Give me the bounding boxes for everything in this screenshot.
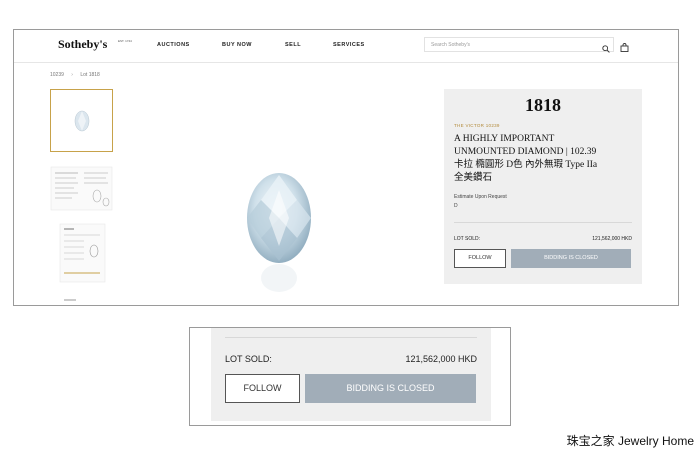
thumbnail-diamond[interactable]	[50, 89, 113, 152]
lot-sold-price: 121,562,000 HKD	[592, 236, 632, 242]
bidding-closed-button[interactable]: BIDDING IS CLOSED	[511, 249, 631, 268]
lot-title-line: 全美鑽石	[454, 173, 493, 183]
estimate-value: D	[454, 203, 458, 209]
nav-sell[interactable]: SELL	[285, 42, 301, 48]
thumbnail-report[interactable]	[50, 223, 113, 283]
estimate-label: Estimate Upon Request	[454, 194, 507, 200]
divider	[225, 337, 477, 338]
lot-title-line: UNMOUNTED DIAMOND | 102.39	[454, 147, 597, 157]
divider	[454, 222, 632, 223]
search-input[interactable]: Search Sotheby's	[424, 37, 614, 52]
chevron-right-icon: ›	[71, 72, 73, 78]
diamond-image[interactable]	[239, 170, 319, 305]
lot-sold-price: 121,562,000 HKD	[405, 354, 477, 364]
shopping-bag-icon[interactable]	[620, 39, 629, 57]
lot-title-line: A HIGHLY IMPORTANT	[454, 134, 555, 144]
breadcrumb-sale[interactable]: 10239	[50, 72, 64, 78]
nav-auctions[interactable]: AUCTIONS	[157, 42, 190, 48]
follow-button[interactable]: FOLLOW	[454, 249, 506, 268]
search-placeholder: Search Sotheby's	[431, 42, 471, 48]
lot-sold-label: LOT SOLD:	[225, 354, 272, 364]
lot-title: A HIGHLY IMPORTANT UNMOUNTED DIAMOND | 1…	[454, 133, 638, 185]
site-header: Sotheby's EST. 1744 AUCTIONS BUY NOW SEL…	[14, 30, 678, 63]
watermark-text: 珠宝之家 Jewelry Home	[566, 434, 694, 448]
search-icon[interactable]	[602, 40, 610, 58]
lot-sold-label: LOT SOLD:	[454, 236, 481, 242]
zoomed-detail-frame: LOT SOLD: 121,562,000 HKD FOLLOW BIDDING…	[189, 327, 511, 426]
zoomed-lot-panel: LOT SOLD: 121,562,000 HKD FOLLOW BIDDING…	[211, 328, 491, 421]
thumbnail-certificate[interactable]	[50, 166, 113, 211]
follow-button[interactable]: FOLLOW	[225, 374, 300, 403]
lot-info-panel: 1818 THE VICTOR 10239 A HIGHLY IMPORTANT…	[444, 89, 642, 284]
bidding-closed-button[interactable]: BIDDING IS CLOSED	[305, 374, 476, 403]
sale-link[interactable]: THE VICTOR 10239	[454, 123, 500, 128]
nav-services[interactable]: SERVICES	[333, 42, 365, 48]
lot-title-line: 卡拉 橢圓形 D色 內外無瑕 Type IIa	[454, 160, 598, 170]
sothebys-logo[interactable]: Sotheby's	[58, 37, 107, 52]
screenshot-frame: Sotheby's EST. 1744 AUCTIONS BUY NOW SEL…	[13, 29, 679, 306]
breadcrumb: 10239 › Lot 1818	[50, 72, 100, 78]
nav-buy-now[interactable]: BUY NOW	[222, 42, 252, 48]
breadcrumb-lot[interactable]: Lot 1818	[80, 72, 99, 78]
logo-established: EST. 1744	[118, 39, 132, 43]
thumbnail-more[interactable]	[50, 292, 113, 302]
lot-number: 1818	[525, 95, 561, 115]
